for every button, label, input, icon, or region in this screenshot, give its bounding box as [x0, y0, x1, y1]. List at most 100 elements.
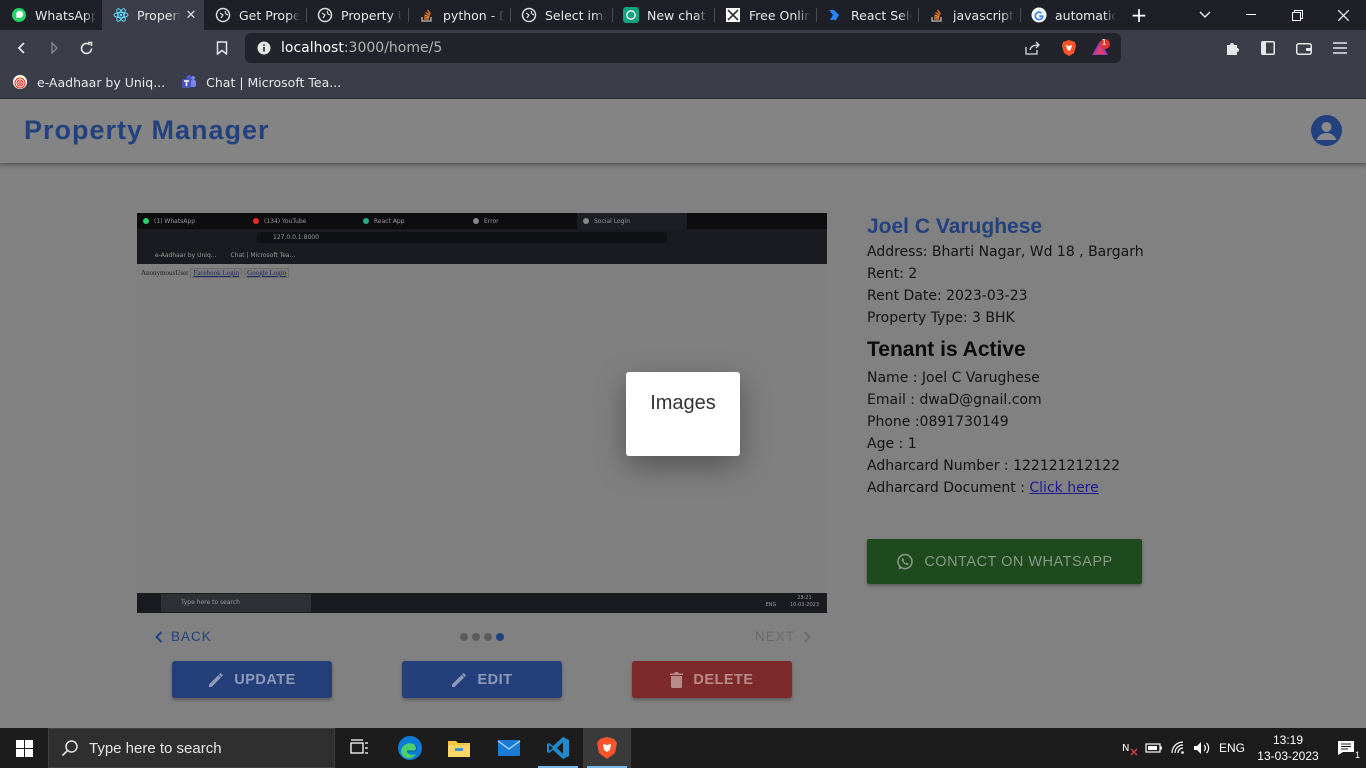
- wifi-icon[interactable]: [1166, 741, 1190, 755]
- tab-get-property[interactable]: Get Property: [204, 0, 306, 30]
- update-button[interactable]: UPDATE: [172, 661, 332, 698]
- inner-bookmarks: e-Aadhaar by Uniq... Chat | Microsoft Te…: [137, 246, 827, 264]
- tenant-name: Name : Joel C Varughese: [867, 370, 1040, 386]
- brave-browser-icon[interactable]: [583, 728, 631, 768]
- tab-select-image[interactable]: Select image: [510, 0, 612, 30]
- new-tab-button[interactable]: +: [1122, 0, 1156, 30]
- delete-label: DELETE: [693, 671, 754, 688]
- extensions-puzzle-icon[interactable]: [1214, 30, 1250, 66]
- react-select-icon: [827, 7, 843, 23]
- globe-icon: [521, 7, 537, 23]
- volume-icon[interactable]: [1190, 741, 1214, 755]
- property-details: Joel C Varughese Address: Bharti Nagar, …: [867, 215, 1144, 499]
- bookmark-label: e-Aadhaar by Uniq...: [37, 74, 166, 90]
- close-window-button[interactable]: [1320, 0, 1366, 30]
- address-bar[interactable]: localhost:3000/home/5 1: [245, 33, 1121, 63]
- minimize-button[interactable]: [1228, 0, 1274, 30]
- forward-arrow-icon[interactable]: [38, 32, 70, 64]
- back-arrow-icon[interactable]: [6, 32, 38, 64]
- bookmark-icon[interactable]: [206, 32, 238, 64]
- carousel-back-button[interactable]: BACK: [155, 629, 212, 644]
- tab-free-online[interactable]: Free Online: [714, 0, 816, 30]
- chevron-left-icon: [155, 630, 163, 643]
- tab-whatsapp[interactable]: WhatsApp: [0, 0, 102, 30]
- battery-icon[interactable]: [1142, 742, 1166, 754]
- tab-search-chevron-icon[interactable]: [1182, 0, 1228, 30]
- window-controls: [1182, 0, 1366, 30]
- menu-hamburger-icon[interactable]: [1322, 30, 1358, 66]
- edit-button[interactable]: EDIT: [402, 661, 562, 698]
- vscode-icon[interactable]: [534, 728, 582, 768]
- app-title[interactable]: Property Manager: [24, 115, 270, 146]
- carousel-dot[interactable]: [472, 633, 480, 641]
- wallet-icon[interactable]: [1286, 30, 1322, 66]
- contact-whatsapp-button[interactable]: CONTACT ON WHATSAPP: [867, 539, 1142, 584]
- restore-button[interactable]: [1274, 0, 1320, 30]
- tab-label: Get Property: [239, 7, 300, 23]
- globe-icon: [215, 7, 231, 23]
- tab-react-select[interactable]: React Select: [816, 0, 918, 30]
- close-icon[interactable]: ✕: [184, 8, 198, 23]
- inner-tab: (1) WhatsApp: [137, 213, 247, 229]
- inner-tab: (134) YouTube: [247, 213, 357, 229]
- contact-whatsapp-label: CONTACT ON WHATSAPP: [924, 553, 1113, 570]
- aadhar-doc-link[interactable]: Click here: [1029, 480, 1098, 496]
- next-label: NEXT: [755, 629, 796, 644]
- bookmark-teams[interactable]: Chat | Microsoft Tea...: [181, 74, 341, 90]
- tab-label: Free Online: [749, 7, 810, 23]
- globe-icon: [317, 7, 333, 23]
- edge-browser-icon[interactable]: [386, 728, 434, 768]
- share-icon[interactable]: [1025, 41, 1041, 55]
- whatsapp-icon: [896, 553, 914, 571]
- reload-icon[interactable]: [70, 32, 102, 64]
- bookmark-aadhaar[interactable]: e-Aadhaar by Uniq...: [12, 74, 165, 90]
- user-avatar-icon[interactable]: [1311, 115, 1342, 146]
- tab-property-update[interactable]: Property Update: [306, 0, 408, 30]
- carousel-dot[interactable]: [484, 633, 492, 641]
- tab-label: python - Django: [443, 7, 504, 23]
- tenant-phone: Phone :0891730149: [867, 414, 1009, 430]
- tab-javascript[interactable]: javascript -: [918, 0, 1020, 30]
- mail-icon[interactable]: [485, 728, 533, 768]
- system-tray: N ENG 13:19 13-03-2023 1: [1118, 728, 1366, 768]
- task-view-icon[interactable]: [336, 728, 384, 768]
- carousel-dot[interactable]: [460, 633, 468, 641]
- inner-tab: Social Login: [577, 213, 687, 229]
- notification-center-icon[interactable]: 1: [1326, 740, 1366, 760]
- tab-label: javascript -: [953, 7, 1014, 23]
- chatgpt-icon: [623, 7, 639, 23]
- aadhar-doc-label: Adharcard Document :: [867, 480, 1030, 496]
- site-info-icon[interactable]: [257, 41, 271, 55]
- carousel-dot-active[interactable]: [496, 633, 504, 641]
- inner-tray: ENG 23:21 10-03-2023: [765, 595, 819, 608]
- sidebar-toggle-icon[interactable]: [1250, 30, 1286, 66]
- taskbar-search-box[interactable]: Type here to search: [48, 728, 335, 768]
- trash-icon: [670, 671, 684, 688]
- property-rent: Rent: 2: [867, 266, 918, 282]
- edit-label: EDIT: [477, 671, 513, 688]
- delete-button[interactable]: DELETE: [632, 661, 792, 698]
- ime-icon[interactable]: N: [1118, 740, 1142, 756]
- inner-facebook-link: Facebook Login: [190, 268, 243, 278]
- tab-new-chat[interactable]: New chat: [612, 0, 714, 30]
- windows-start-icon[interactable]: [0, 728, 48, 768]
- images-popup-label: Images: [650, 392, 716, 414]
- tab-property-manager[interactable]: Property Manager ✕: [102, 0, 204, 30]
- file-explorer-icon[interactable]: [435, 728, 483, 768]
- carousel-next-button[interactable]: NEXT: [755, 629, 811, 644]
- whatsapp-icon: [11, 7, 27, 23]
- url-path: :3000/home/5: [343, 40, 443, 56]
- search-icon: [61, 739, 79, 757]
- update-label: UPDATE: [234, 671, 296, 688]
- stackoverflow-icon: [929, 7, 945, 23]
- taskbar-search-placeholder: Type here to search: [89, 739, 222, 757]
- property-type: Property Type: 3 BHK: [867, 310, 1015, 326]
- tab-automatically[interactable]: automatically: [1020, 0, 1122, 30]
- tenant-email: Email : dwaD@gnail.com: [867, 392, 1042, 408]
- url-host: localhost: [281, 40, 344, 56]
- tenant-age: Age : 1: [867, 436, 917, 452]
- brave-shields-icon[interactable]: [1061, 39, 1077, 57]
- clock[interactable]: 13:19 13-03-2023: [1250, 732, 1326, 764]
- language-indicator[interactable]: ENG: [1214, 741, 1250, 755]
- tab-python-django[interactable]: python - Django: [408, 0, 510, 30]
